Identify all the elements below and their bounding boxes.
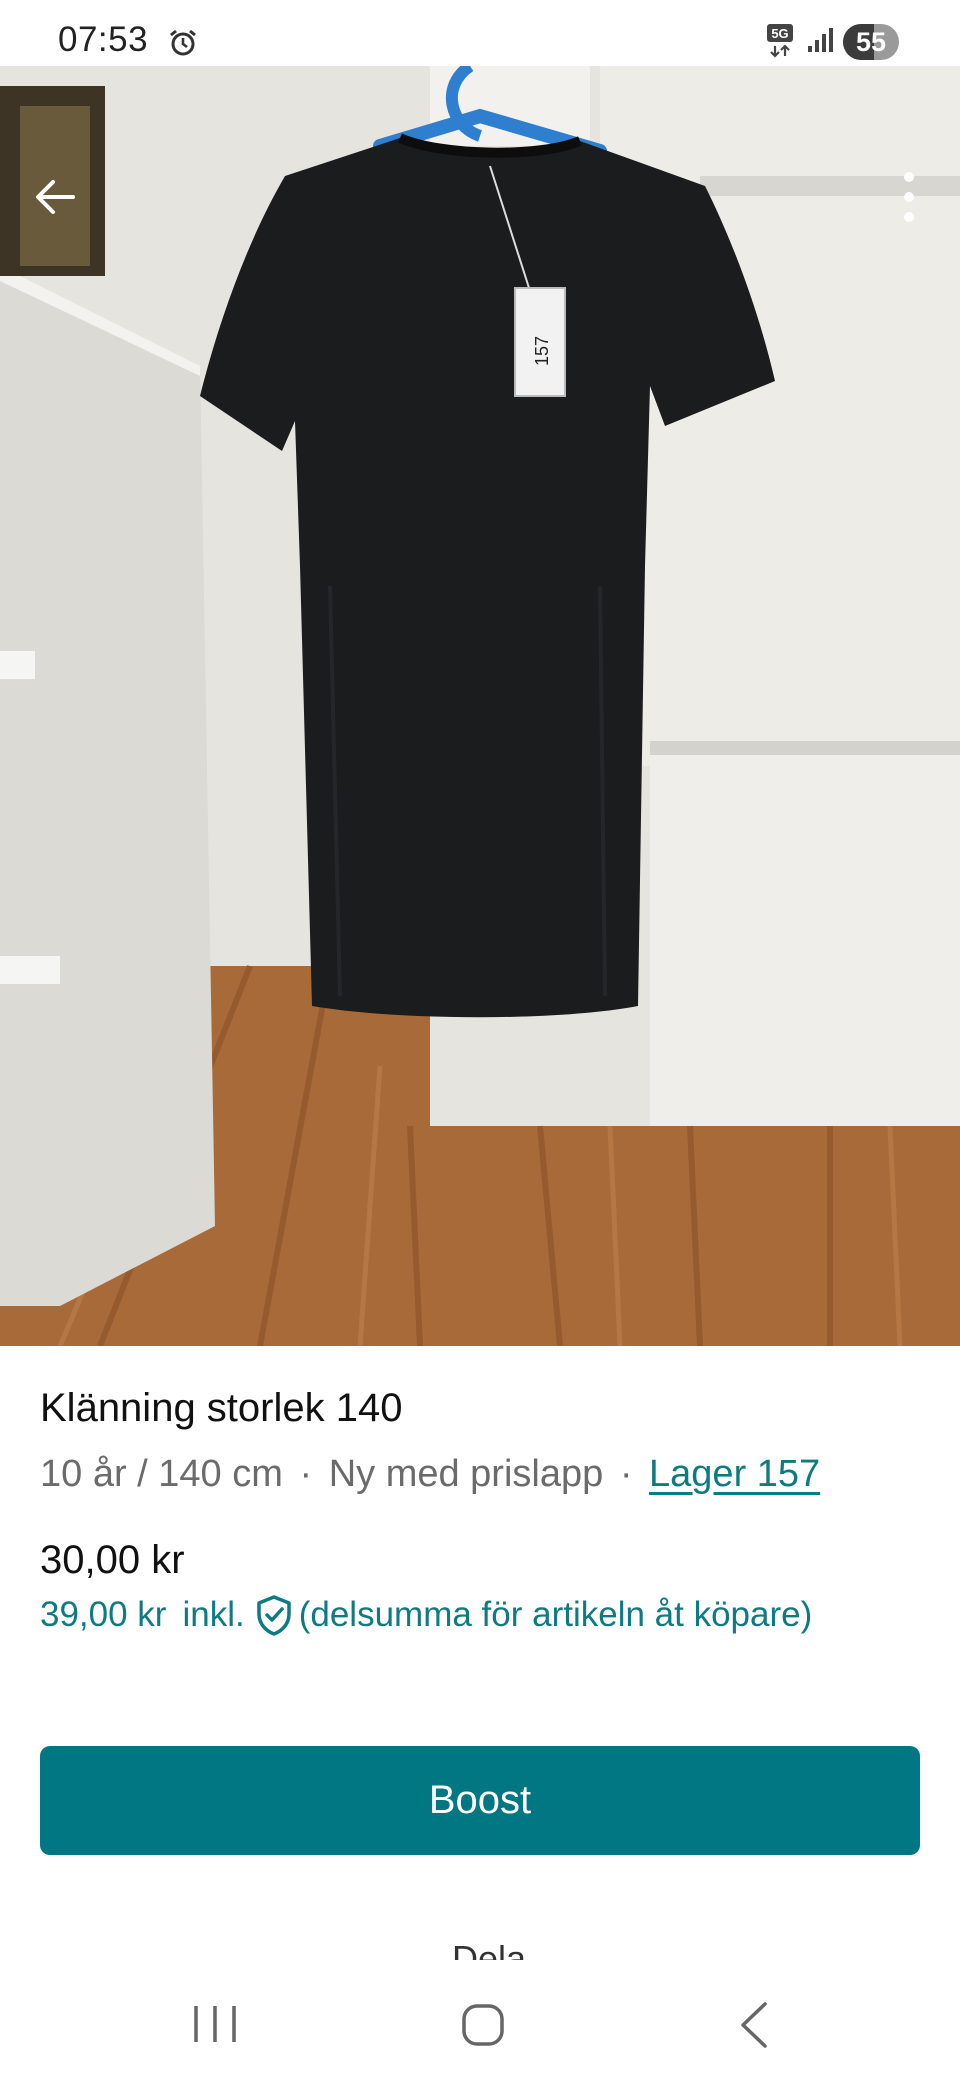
location-link[interactable]: Lager 157 bbox=[649, 1453, 820, 1495]
boost-button[interactable]: Boost bbox=[40, 1746, 920, 1855]
product-photo[interactable]: 157 bbox=[0, 66, 960, 1346]
more-options-button[interactable] bbox=[874, 162, 944, 232]
home-icon[interactable] bbox=[460, 2002, 506, 2048]
status-time: 07:53 bbox=[58, 20, 149, 59]
share-button[interactable]: Dela bbox=[410, 1942, 526, 1960]
signal-icon bbox=[808, 28, 833, 52]
share-label: Dela bbox=[452, 1942, 526, 1960]
item-condition: Ny med prislapp bbox=[328, 1453, 604, 1495]
item-title: Klänning storlek 140 bbox=[40, 1386, 403, 1430]
incl-label: inkl. bbox=[182, 1595, 245, 1634]
arrow-left-icon bbox=[36, 180, 75, 214]
recent-apps-icon[interactable] bbox=[190, 2004, 240, 2044]
incl-note: (delsumma för artikeln åt köpare) bbox=[298, 1595, 813, 1634]
item-meta: 10 år / 140 cm · Ny med prislapp · Lager… bbox=[40, 1453, 920, 1496]
back-button[interactable] bbox=[20, 162, 90, 232]
status-bar: 07:53 5G 55 bbox=[0, 0, 960, 66]
item-size: 10 år / 140 cm bbox=[40, 1453, 283, 1495]
price-incl-protection[interactable]: 39,00 kr inkl. (delsumma för artikeln åt… bbox=[40, 1594, 812, 1636]
shield-check-icon bbox=[256, 1595, 291, 1636]
alarm-icon bbox=[170, 29, 196, 56]
battery-indicator: 55 bbox=[843, 24, 899, 60]
svg-text:157: 157 bbox=[532, 336, 552, 366]
more-vertical-icon bbox=[904, 172, 914, 222]
item-info: Klänning storlek 140 10 år / 140 cm · Ny… bbox=[40, 1386, 920, 1496]
back-nav-icon[interactable] bbox=[735, 2000, 773, 2050]
meta-separator: · bbox=[619, 1453, 633, 1495]
system-nav-bar bbox=[0, 1960, 960, 2080]
network-label: 5G bbox=[771, 26, 788, 41]
product-image: 157 bbox=[0, 66, 960, 1346]
meta-separator: · bbox=[299, 1453, 313, 1495]
network-5g-icon: 5G bbox=[767, 24, 793, 58]
price-incl-amount: 39,00 kr bbox=[40, 1595, 167, 1634]
item-price: 30,00 kr bbox=[40, 1538, 185, 1582]
battery-level: 55 bbox=[855, 27, 887, 57]
